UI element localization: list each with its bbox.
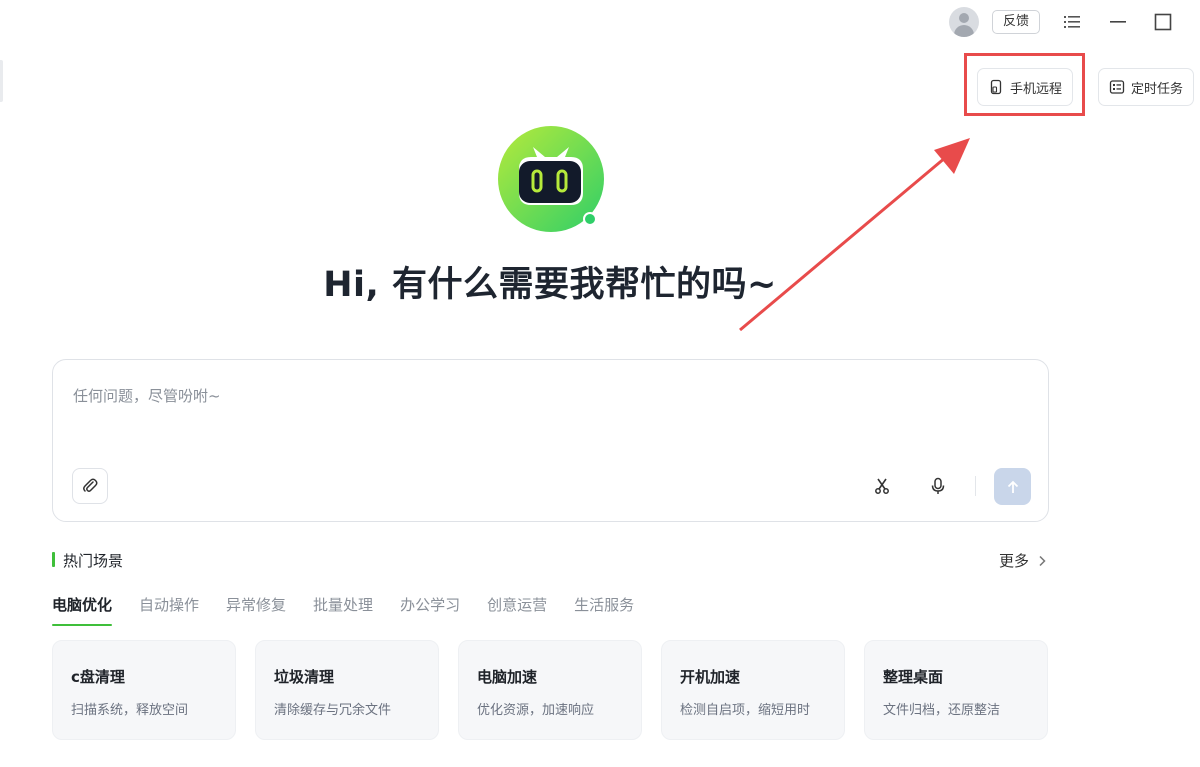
- scene-card[interactable]: 整理桌面 文件归档，还原整洁: [864, 640, 1048, 740]
- avatar-head: [959, 13, 969, 23]
- card-description: 检测自启项，缩短用时: [680, 703, 811, 718]
- card-description: 文件归档，还原整洁: [883, 703, 1001, 718]
- scene-tabs: 电脑优化 自动操作 异常修复 批量处理 办公学习 创意运营 生活服务: [52, 594, 634, 628]
- greeting-heading: Hi, 有什么需要我帮忙的吗~: [323, 265, 777, 305]
- more-label: 更多: [998, 552, 1029, 570]
- scene-card[interactable]: 垃圾清理 清除缓存与冗余文件: [255, 640, 439, 740]
- scene-card[interactable]: 开机加速 检测自启项，缩短用时: [661, 640, 845, 740]
- maximize-icon[interactable]: [1152, 11, 1174, 33]
- robot-logo-icon: [498, 126, 604, 232]
- tab-life-service[interactable]: 生活服务: [574, 594, 634, 626]
- card-description: 扫描系统，释放空间: [71, 703, 189, 718]
- arrow-up-icon: [1007, 480, 1018, 493]
- screenshot-button[interactable]: [869, 473, 895, 499]
- card-title: 电脑加速: [477, 668, 538, 686]
- avatar-body: [954, 25, 974, 37]
- send-button[interactable]: [994, 468, 1031, 505]
- more-link[interactable]: 更多: [999, 550, 1047, 571]
- section-title: 热门场景: [63, 552, 124, 570]
- paperclip-icon: [83, 478, 98, 492]
- scene-card[interactable]: c盘清理 扫描系统，释放空间: [52, 640, 236, 740]
- card-title: 垃圾清理: [274, 668, 335, 686]
- tab-creative-ops[interactable]: 创意运营: [487, 594, 547, 626]
- card-title: c盘清理: [71, 668, 125, 686]
- card-description: 清除缓存与冗余文件: [274, 703, 392, 718]
- scene-card[interactable]: 电脑加速 优化资源，加速响应: [458, 640, 642, 740]
- title-bar: 反馈: [0, 0, 1200, 44]
- tab-office-study[interactable]: 办公学习: [400, 594, 460, 626]
- menu-icon[interactable]: [1061, 11, 1083, 33]
- tab-auto-operation[interactable]: 自动操作: [139, 594, 199, 626]
- section-accent-bar: [52, 552, 55, 567]
- card-description: 优化资源，加速响应: [477, 703, 595, 718]
- side-edge-handle[interactable]: [0, 60, 3, 102]
- scene-cards: c盘清理 扫描系统，释放空间 垃圾清理 清除缓存与冗余文件 电脑加速 优化资源，…: [52, 640, 1048, 740]
- toolbar-divider: [975, 476, 976, 496]
- scissors-icon: [875, 478, 889, 494]
- feedback-button[interactable]: 反馈: [992, 10, 1040, 34]
- minimize-icon[interactable]: [1107, 11, 1129, 33]
- user-avatar[interactable]: [949, 7, 979, 37]
- tab-error-repair[interactable]: 异常修复: [226, 594, 286, 626]
- attach-button[interactable]: [72, 468, 108, 504]
- scheduled-task-button[interactable]: 定时任务: [1098, 68, 1194, 106]
- chat-input-card: [52, 359, 1049, 522]
- chat-input[interactable]: [73, 382, 973, 410]
- annotation-arrow: [739, 138, 970, 332]
- card-title: 整理桌面: [883, 668, 944, 686]
- chevron-right-icon: [1039, 555, 1046, 566]
- card-title: 开机加速: [680, 668, 741, 686]
- scheduled-task-label: 定时任务: [1131, 81, 1184, 97]
- microphone-icon: [931, 477, 945, 494]
- voice-input-button[interactable]: [925, 473, 951, 499]
- hot-scenes-header: 热门场景 更多: [52, 549, 1047, 571]
- tab-pc-optimize[interactable]: 电脑优化: [52, 594, 113, 626]
- annotation-highlight-box: [964, 53, 1085, 116]
- tab-batch-process[interactable]: 批量处理: [313, 594, 373, 626]
- task-list-icon: [1109, 80, 1125, 94]
